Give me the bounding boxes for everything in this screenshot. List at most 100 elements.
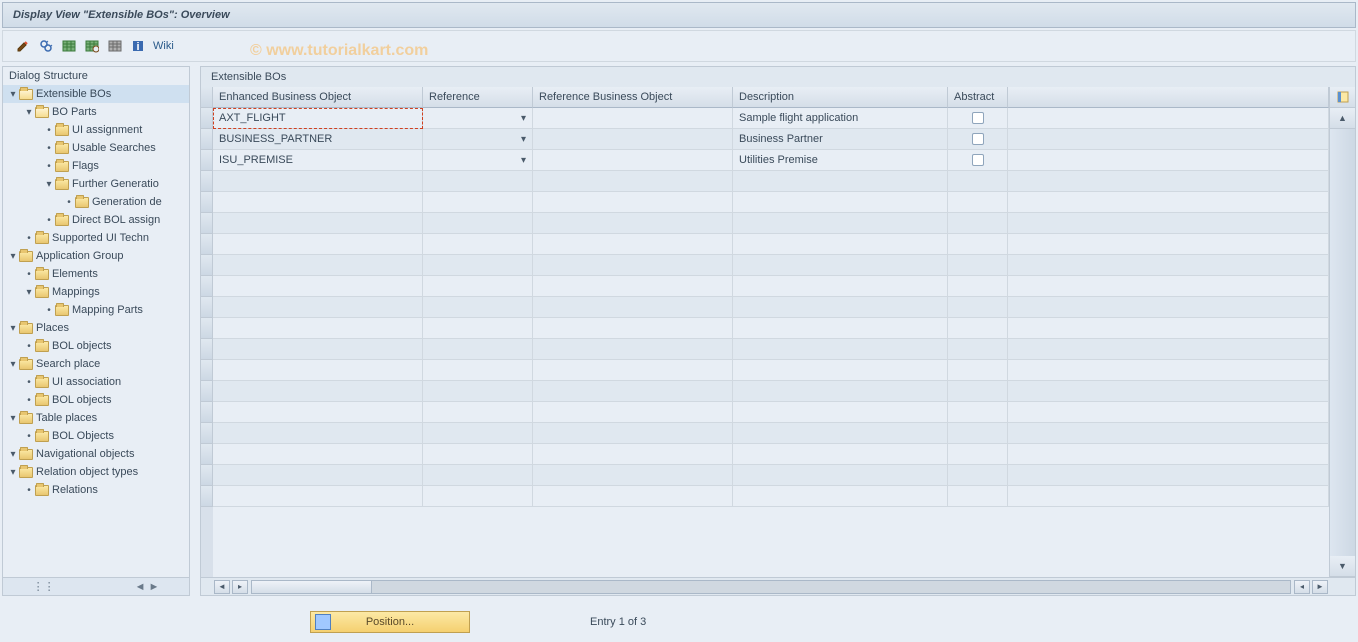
cell-rbo[interactable] — [533, 171, 733, 192]
tree-toggle-icon[interactable]: ▾ — [7, 359, 19, 370]
cell-abs[interactable] — [948, 171, 1008, 192]
cell-desc[interactable] — [733, 297, 948, 318]
cell-ref[interactable] — [423, 486, 533, 507]
cell-rbo[interactable] — [533, 402, 733, 423]
cell-ebo[interactable] — [213, 486, 423, 507]
cell-ref[interactable] — [423, 276, 533, 297]
scroll-left-icon[interactable]: ◄ — [214, 580, 230, 594]
cell-ebo[interactable]: ISU_PREMISE — [213, 150, 423, 171]
tree-item[interactable]: •Mapping Parts — [3, 301, 189, 319]
col-header-ref[interactable]: Reference — [423, 87, 533, 108]
cell-ref[interactable] — [423, 213, 533, 234]
tree-toggle-icon[interactable]: ▾ — [7, 323, 19, 334]
cell-abs[interactable] — [948, 465, 1008, 486]
cell-ebo[interactable]: AXT_FLIGHT — [213, 108, 423, 129]
tree-toggle-icon[interactable]: ▾ — [7, 467, 19, 478]
cell-ebo[interactable] — [213, 297, 423, 318]
cell-abs[interactable] — [948, 423, 1008, 444]
cell-abs[interactable] — [948, 129, 1008, 150]
cell-abs[interactable] — [948, 192, 1008, 213]
scroll-right-icon[interactable]: ► — [1312, 580, 1328, 594]
cell-ebo[interactable] — [213, 171, 423, 192]
h-scroll-track[interactable] — [251, 580, 1291, 594]
cell-ref[interactable] — [423, 192, 533, 213]
cell-ebo[interactable] — [213, 444, 423, 465]
display-icon-button[interactable] — [36, 36, 56, 56]
cell-desc[interactable] — [733, 234, 948, 255]
checkbox[interactable] — [972, 133, 984, 145]
cell-rbo[interactable] — [533, 213, 733, 234]
checkbox[interactable] — [972, 154, 984, 166]
cell-ebo[interactable] — [213, 381, 423, 402]
tree-item[interactable]: ▾Extensible BOs — [3, 85, 189, 103]
cell-ebo[interactable] — [213, 213, 423, 234]
wiki-link[interactable]: Wiki — [153, 40, 174, 52]
cell-ebo[interactable] — [213, 192, 423, 213]
tree-item[interactable]: ▾Navigational objects — [3, 445, 189, 463]
cell-desc[interactable] — [733, 402, 948, 423]
cell-abs[interactable] — [948, 402, 1008, 423]
row-header-cell[interactable] — [201, 423, 213, 444]
cell-ref[interactable] — [423, 381, 533, 402]
row-header-cell[interactable] — [201, 381, 213, 402]
cell-abs[interactable] — [948, 339, 1008, 360]
cell-rbo[interactable] — [533, 381, 733, 402]
row-header-cell[interactable] — [201, 465, 213, 486]
tree-item[interactable]: ▾Search place — [3, 355, 189, 373]
cell-desc[interactable] — [733, 444, 948, 465]
table-settings-icon-button[interactable] — [82, 36, 102, 56]
cell-ref[interactable] — [423, 318, 533, 339]
cell-rbo[interactable] — [533, 339, 733, 360]
cell-desc[interactable]: Sample flight application — [733, 108, 948, 129]
cell-ebo[interactable] — [213, 402, 423, 423]
row-header-cell[interactable] — [201, 171, 213, 192]
row-header-cell[interactable] — [201, 360, 213, 381]
tree-toggle-icon[interactable]: ▾ — [7, 413, 19, 424]
cell-desc[interactable] — [733, 339, 948, 360]
tree-toggle-icon[interactable]: ▾ — [23, 107, 35, 118]
position-button[interactable]: Position... — [310, 611, 470, 633]
cell-desc[interactable] — [733, 423, 948, 444]
cell-ref[interactable] — [423, 129, 533, 150]
cell-abs[interactable] — [948, 318, 1008, 339]
cell-rbo[interactable] — [533, 129, 733, 150]
tree-item[interactable]: ▾Relation object types — [3, 463, 189, 481]
tree-item[interactable]: ▾Table places — [3, 409, 189, 427]
cell-desc[interactable] — [733, 213, 948, 234]
tree-item[interactable]: •Usable Searches — [3, 139, 189, 157]
tree-item[interactable]: •Flags — [3, 157, 189, 175]
cell-abs[interactable] — [948, 255, 1008, 276]
cell-ebo[interactable] — [213, 423, 423, 444]
tree-item[interactable]: ▾Application Group — [3, 247, 189, 265]
tree-item[interactable]: ▾Places — [3, 319, 189, 337]
cell-rbo[interactable] — [533, 486, 733, 507]
row-header-cell[interactable] — [201, 297, 213, 318]
cell-abs[interactable] — [948, 297, 1008, 318]
row-header-cell[interactable] — [201, 234, 213, 255]
row-header-cell[interactable] — [201, 129, 213, 150]
change-icon-button[interactable] — [13, 36, 33, 56]
scroll-down-icon[interactable]: ▼ — [1330, 556, 1355, 577]
cell-ebo[interactable] — [213, 360, 423, 381]
cell-rbo[interactable] — [533, 276, 733, 297]
cell-desc[interactable] — [733, 360, 948, 381]
cell-abs[interactable] — [948, 234, 1008, 255]
tree-item[interactable]: •UI association — [3, 373, 189, 391]
cell-ref[interactable] — [423, 339, 533, 360]
cell-rbo[interactable] — [533, 465, 733, 486]
cell-ref[interactable] — [423, 108, 533, 129]
col-header-desc[interactable]: Description — [733, 87, 948, 108]
cell-abs[interactable] — [948, 276, 1008, 297]
row-header-cell[interactable] — [201, 108, 213, 129]
row-header-cell[interactable] — [201, 276, 213, 297]
tree-toggle-icon[interactable]: ▾ — [23, 287, 35, 298]
col-header-abs[interactable]: Abstract — [948, 87, 1008, 108]
cell-ref[interactable] — [423, 150, 533, 171]
cell-ebo[interactable]: BUSINESS_PARTNER — [213, 129, 423, 150]
scroll-left-end-icon[interactable]: ▸ — [232, 580, 248, 594]
cell-ebo[interactable] — [213, 276, 423, 297]
cell-ref[interactable] — [423, 444, 533, 465]
cell-rbo[interactable] — [533, 192, 733, 213]
cell-rbo[interactable] — [533, 360, 733, 381]
cell-abs[interactable] — [948, 213, 1008, 234]
